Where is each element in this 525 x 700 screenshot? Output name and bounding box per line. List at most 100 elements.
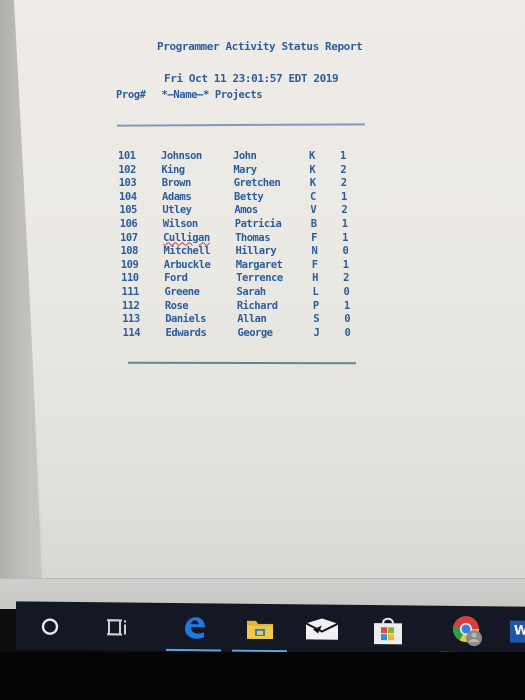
project-count: 0 bbox=[342, 245, 349, 258]
first-name: Allan bbox=[237, 313, 267, 326]
microsoft-store-icon bbox=[374, 617, 402, 645]
team-code: K bbox=[309, 177, 316, 190]
taskbar-mail[interactable] bbox=[302, 614, 342, 644]
report-title: Programmer Activity Status Report bbox=[157, 40, 363, 53]
taskbar-cortana[interactable] bbox=[30, 611, 70, 641]
report-timestamp: Fri Oct 11 23:01:57 EDT 2019 bbox=[164, 72, 339, 85]
last-name: Wilson bbox=[162, 218, 198, 230]
mail-icon bbox=[305, 618, 339, 640]
first-name: Patricia bbox=[234, 218, 282, 230]
last-name: Mitchell bbox=[163, 245, 211, 258]
prog-number: 103 bbox=[118, 177, 137, 190]
table-row: 101 Johnson John K 1 bbox=[0, 150, 525, 163]
report-output: Programmer Activity Status Report Fri Oc… bbox=[0, 0, 525, 578]
first-name: Margaret bbox=[235, 258, 283, 271]
first-name: Terrence bbox=[236, 272, 283, 285]
table-row: 108 Mitchell Hillary N 0 bbox=[0, 245, 525, 258]
first-name: Thomas bbox=[235, 231, 271, 244]
team-code: J bbox=[313, 326, 320, 339]
team-code: P bbox=[312, 299, 319, 312]
first-name: Mary bbox=[233, 163, 257, 176]
project-count: 2 bbox=[343, 272, 349, 285]
project-count: 1 bbox=[340, 150, 346, 162]
prog-number: 101 bbox=[118, 150, 136, 162]
taskbar-edge[interactable] bbox=[166, 613, 221, 652]
taskbar-chrome[interactable] bbox=[440, 616, 495, 655]
last-name: Ford bbox=[164, 272, 188, 285]
last-name: King bbox=[161, 163, 185, 176]
file-explorer-icon bbox=[246, 620, 273, 640]
table-row: 109 Arbuckle Margaret F 1 bbox=[0, 259, 525, 272]
prog-number: 108 bbox=[120, 245, 138, 258]
monitor-screen: Programmer Activity Status Report Fri Oc… bbox=[0, 0, 525, 609]
prog-number: 112 bbox=[121, 299, 140, 312]
project-count: 1 bbox=[342, 231, 348, 244]
team-code: C bbox=[310, 190, 316, 203]
team-code: B bbox=[310, 218, 317, 230]
table-row: 112 Rose Richard P 1 bbox=[0, 300, 525, 313]
last-name: Edwards bbox=[165, 326, 207, 339]
project-count: 1 bbox=[343, 299, 350, 312]
first-name: George bbox=[237, 326, 273, 339]
first-name: Amos bbox=[234, 204, 258, 217]
table-row: 107 Culligan Thomas F 1 bbox=[0, 232, 525, 245]
project-count: 1 bbox=[342, 258, 349, 271]
task-view-icon bbox=[107, 619, 127, 636]
top-rule bbox=[116, 123, 366, 127]
bottom-rule bbox=[127, 361, 357, 365]
monitor-bezel bbox=[0, 652, 525, 700]
project-count: 1 bbox=[341, 218, 348, 230]
last-name: Utley bbox=[162, 204, 192, 217]
prog-number: 102 bbox=[118, 163, 136, 176]
team-code: V bbox=[310, 204, 317, 217]
table-row: 106 Wilson Patricia B 1 bbox=[0, 218, 525, 231]
prog-number: 104 bbox=[119, 190, 137, 203]
team-code: L bbox=[312, 286, 319, 298]
taskbar-word[interactable]: W bbox=[510, 617, 525, 647]
first-name: Gretchen bbox=[233, 177, 281, 190]
first-name: John bbox=[233, 150, 257, 162]
col-prog: Prog# bbox=[116, 89, 146, 101]
team-code: K bbox=[309, 163, 316, 176]
taskbar-store[interactable] bbox=[368, 615, 408, 645]
last-name: Culligan bbox=[163, 231, 210, 244]
taskbar: W bbox=[16, 601, 525, 655]
last-name: Daniels bbox=[165, 313, 206, 326]
table-row: 105 Utley Amos V 2 bbox=[0, 204, 525, 217]
prog-number: 113 bbox=[122, 313, 140, 326]
cortana-search-icon bbox=[41, 618, 59, 635]
team-code: K bbox=[309, 150, 315, 162]
taskbar-file-explorer[interactable] bbox=[232, 614, 287, 653]
project-count: 2 bbox=[340, 163, 347, 176]
last-name: Johnson bbox=[161, 150, 202, 162]
table-row: 114 Edwards George J 0 bbox=[0, 327, 525, 340]
last-name: Brown bbox=[161, 177, 192, 190]
table-row: 102 King Mary K 2 bbox=[0, 164, 525, 177]
team-code: F bbox=[311, 258, 318, 271]
col-name-projects: *—Name—* Projects bbox=[161, 89, 263, 101]
table-row: 110 Ford Terrence H 2 bbox=[0, 272, 525, 285]
edge-browser-icon bbox=[184, 617, 205, 639]
team-code: F bbox=[311, 231, 317, 244]
prog-number: 110 bbox=[121, 272, 139, 285]
prog-number: 111 bbox=[121, 286, 140, 298]
column-header: Prog# *—Name—* Projects bbox=[116, 89, 263, 101]
project-count: 1 bbox=[341, 190, 347, 203]
project-count: 2 bbox=[340, 177, 347, 190]
first-name: Sarah bbox=[236, 286, 267, 298]
table-row: 104 Adams Betty C 1 bbox=[0, 191, 525, 204]
table-row: 103 Brown Gretchen K 2 bbox=[0, 177, 525, 190]
project-count: 0 bbox=[344, 326, 351, 339]
prog-number: 109 bbox=[120, 258, 139, 271]
last-name: Greene bbox=[164, 286, 200, 298]
team-code: S bbox=[313, 313, 320, 326]
word-icon: W bbox=[510, 620, 525, 643]
chrome-icon bbox=[452, 616, 482, 647]
last-name: Rose bbox=[164, 299, 189, 312]
first-name: Richard bbox=[236, 299, 278, 312]
team-code: H bbox=[312, 272, 318, 285]
first-name: Betty bbox=[234, 190, 264, 203]
project-count: 0 bbox=[344, 313, 351, 326]
taskbar-task-view[interactable] bbox=[98, 612, 138, 642]
project-count: 0 bbox=[343, 286, 350, 298]
